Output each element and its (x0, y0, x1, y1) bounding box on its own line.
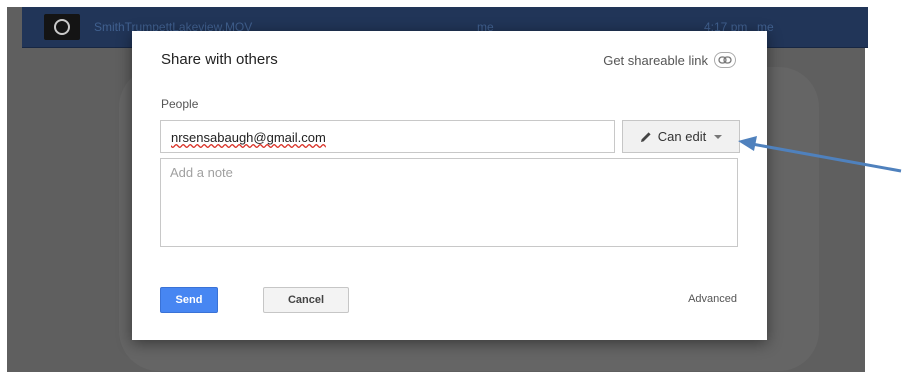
dialog-title: Share with others (161, 51, 278, 68)
people-input[interactable]: nrsensabaugh@gmail.com (160, 120, 615, 153)
advanced-link[interactable]: Advanced (688, 293, 737, 305)
cancel-button[interactable]: Cancel (263, 287, 349, 313)
get-shareable-link-button[interactable]: Get shareable link (603, 52, 736, 68)
get-link-label: Get shareable link (603, 52, 708, 68)
permission-label: Can edit (657, 129, 707, 144)
people-label: People (161, 97, 199, 111)
link-icon (714, 52, 736, 68)
share-dialog: Share with others Get shareable link Peo… (132, 31, 767, 340)
email-chip-text: nrsensabaugh@gmail.com (171, 130, 326, 145)
chevron-down-icon (714, 134, 723, 139)
permission-dropdown[interactable]: Can edit (622, 120, 740, 153)
note-placeholder: Add a note (170, 165, 233, 180)
send-button[interactable]: Send (160, 287, 218, 313)
video-thumbnail-icon (44, 14, 80, 40)
pencil-icon (640, 131, 651, 142)
note-textarea[interactable]: Add a note (160, 158, 738, 247)
